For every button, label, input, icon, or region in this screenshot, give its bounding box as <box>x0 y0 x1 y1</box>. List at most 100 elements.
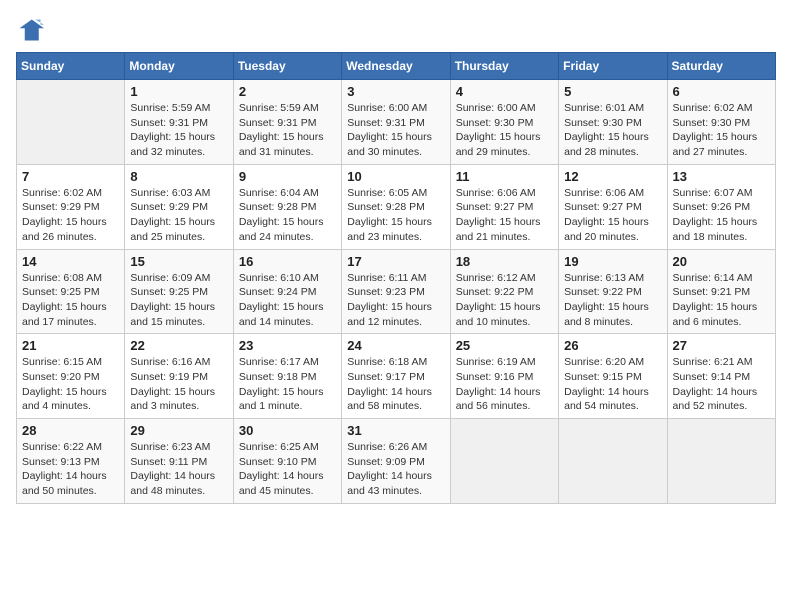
day-number: 8 <box>130 169 227 184</box>
day-info: Sunrise: 6:07 AM Sunset: 9:26 PM Dayligh… <box>673 186 770 245</box>
calendar-cell <box>559 419 667 504</box>
calendar-cell: 21Sunrise: 6:15 AM Sunset: 9:20 PM Dayli… <box>17 334 125 419</box>
day-info: Sunrise: 6:08 AM Sunset: 9:25 PM Dayligh… <box>22 271 119 330</box>
day-number: 3 <box>347 84 444 99</box>
calendar-cell: 5Sunrise: 6:01 AM Sunset: 9:30 PM Daylig… <box>559 80 667 165</box>
day-number: 2 <box>239 84 336 99</box>
calendar-cell: 24 Sunrise: 6:18 AM Sunset: 9:17 PM Dayli… <box>342 334 450 419</box>
calendar-cell: 6Sunrise: 6:02 AM Sunset: 9:30 PM Daylig… <box>667 80 775 165</box>
weekday-header-row: SundayMondayTuesdayWednesdayThursdayFrid… <box>17 53 776 80</box>
day-info: Sunrise: 6:21 AM Sunset: 9:14 PM Dayligh… <box>673 355 770 414</box>
day-info: Sunrise: 6:10 AM Sunset: 9:24 PM Dayligh… <box>239 271 336 330</box>
day-info: Sunrise: 6:01 AM Sunset: 9:30 PM Dayligh… <box>564 101 661 160</box>
day-info: Sunrise: 6:06 AM Sunset: 9:27 PM Dayligh… <box>456 186 553 245</box>
calendar-cell: 18 Sunrise: 6:12 AM Sunset: 9:22 PM Dayli… <box>450 249 558 334</box>
day-info: Sunrise: 6:16 AM Sunset: 9:19 PM Dayligh… <box>130 355 227 414</box>
calendar-cell: 31Sunrise: 6:26 AM Sunset: 9:09 PM Dayli… <box>342 419 450 504</box>
calendar-body: 1 Sunrise: 5:59 AM Sunset: 9:31 PM Daylig… <box>17 80 776 504</box>
calendar-cell <box>450 419 558 504</box>
day-number: 19 <box>564 254 661 269</box>
day-info: Sunrise: 6:23 AM Sunset: 9:11 PM Dayligh… <box>130 440 227 499</box>
calendar-week-row: 28Sunrise: 6:22 AM Sunset: 9:13 PM Dayli… <box>17 419 776 504</box>
calendar-cell: 28Sunrise: 6:22 AM Sunset: 9:13 PM Dayli… <box>17 419 125 504</box>
day-info: Sunrise: 6:00 AM Sunset: 9:30 PM Dayligh… <box>456 101 553 160</box>
day-info: Sunrise: 6:02 AM Sunset: 9:29 PM Dayligh… <box>22 186 119 245</box>
calendar-cell: 9 Sunrise: 6:04 AM Sunset: 9:28 PM Daylig… <box>233 164 341 249</box>
calendar-cell: 4Sunrise: 6:00 AM Sunset: 9:30 PM Daylig… <box>450 80 558 165</box>
calendar-cell: 14 Sunrise: 6:08 AM Sunset: 9:25 PM Dayli… <box>17 249 125 334</box>
calendar-cell: 20Sunrise: 6:14 AM Sunset: 9:21 PM Dayli… <box>667 249 775 334</box>
day-info: Sunrise: 6:17 AM Sunset: 9:18 PM Dayligh… <box>239 355 336 414</box>
day-number: 29 <box>130 423 227 438</box>
day-info: Sunrise: 5:59 AM Sunset: 9:31 PM Dayligh… <box>130 101 227 160</box>
calendar-cell: 29 Sunrise: 6:23 AM Sunset: 9:11 PM Dayli… <box>125 419 233 504</box>
day-number: 23 <box>239 338 336 353</box>
day-number: 27 <box>673 338 770 353</box>
day-number: 15 <box>130 254 227 269</box>
calendar-cell: 7Sunrise: 6:02 AM Sunset: 9:29 PM Daylig… <box>17 164 125 249</box>
day-number: 1 <box>130 84 227 99</box>
day-info: Sunrise: 5:59 AM Sunset: 9:31 PM Dayligh… <box>239 101 336 160</box>
day-number: 10 <box>347 169 444 184</box>
day-number: 14 <box>22 254 119 269</box>
day-number: 22 <box>130 338 227 353</box>
day-info: Sunrise: 6:05 AM Sunset: 9:28 PM Dayligh… <box>347 186 444 245</box>
day-info: Sunrise: 6:25 AM Sunset: 9:10 PM Dayligh… <box>239 440 336 499</box>
weekday-header-cell: Monday <box>125 53 233 80</box>
day-info: Sunrise: 6:11 AM Sunset: 9:23 PM Dayligh… <box>347 271 444 330</box>
day-number: 26 <box>564 338 661 353</box>
calendar-cell <box>17 80 125 165</box>
calendar-table: SundayMondayTuesdayWednesdayThursdayFrid… <box>16 52 776 504</box>
calendar-cell: 11Sunrise: 6:06 AM Sunset: 9:27 PM Dayli… <box>450 164 558 249</box>
logo-icon <box>16 16 44 44</box>
day-number: 6 <box>673 84 770 99</box>
day-number: 30 <box>239 423 336 438</box>
calendar-cell: 3 Sunrise: 6:00 AM Sunset: 9:31 PM Daylig… <box>342 80 450 165</box>
day-info: Sunrise: 6:22 AM Sunset: 9:13 PM Dayligh… <box>22 440 119 499</box>
calendar-week-row: 7Sunrise: 6:02 AM Sunset: 9:29 PM Daylig… <box>17 164 776 249</box>
day-info: Sunrise: 6:12 AM Sunset: 9:22 PM Dayligh… <box>456 271 553 330</box>
day-number: 18 <box>456 254 553 269</box>
logo <box>16 16 48 44</box>
calendar-cell: 30 Sunrise: 6:25 AM Sunset: 9:10 PM Dayli… <box>233 419 341 504</box>
day-info: Sunrise: 6:26 AM Sunset: 9:09 PM Dayligh… <box>347 440 444 499</box>
day-info: Sunrise: 6:19 AM Sunset: 9:16 PM Dayligh… <box>456 355 553 414</box>
day-info: Sunrise: 6:18 AM Sunset: 9:17 PM Dayligh… <box>347 355 444 414</box>
calendar-cell: 2 Sunrise: 5:59 AM Sunset: 9:31 PM Daylig… <box>233 80 341 165</box>
day-info: Sunrise: 6:09 AM Sunset: 9:25 PM Dayligh… <box>130 271 227 330</box>
calendar-cell: 22 Sunrise: 6:16 AM Sunset: 9:19 PM Dayli… <box>125 334 233 419</box>
day-number: 21 <box>22 338 119 353</box>
weekday-header-cell: Tuesday <box>233 53 341 80</box>
calendar-week-row: 21Sunrise: 6:15 AM Sunset: 9:20 PM Dayli… <box>17 334 776 419</box>
day-number: 24 <box>347 338 444 353</box>
day-info: Sunrise: 6:13 AM Sunset: 9:22 PM Dayligh… <box>564 271 661 330</box>
day-number: 16 <box>239 254 336 269</box>
weekday-header-cell: Saturday <box>667 53 775 80</box>
calendar-cell: 10 Sunrise: 6:05 AM Sunset: 9:28 PM Dayli… <box>342 164 450 249</box>
calendar-cell: 23 Sunrise: 6:17 AM Sunset: 9:18 PM Dayli… <box>233 334 341 419</box>
calendar-cell: 25 Sunrise: 6:19 AM Sunset: 9:16 PM Dayli… <box>450 334 558 419</box>
day-info: Sunrise: 6:14 AM Sunset: 9:21 PM Dayligh… <box>673 271 770 330</box>
calendar-cell: 1 Sunrise: 5:59 AM Sunset: 9:31 PM Daylig… <box>125 80 233 165</box>
day-number: 25 <box>456 338 553 353</box>
day-info: Sunrise: 6:20 AM Sunset: 9:15 PM Dayligh… <box>564 355 661 414</box>
day-info: Sunrise: 6:00 AM Sunset: 9:31 PM Dayligh… <box>347 101 444 160</box>
day-number: 17 <box>347 254 444 269</box>
calendar-cell: 12 Sunrise: 6:06 AM Sunset: 9:27 PM Dayli… <box>559 164 667 249</box>
weekday-header-cell: Wednesday <box>342 53 450 80</box>
day-info: Sunrise: 6:06 AM Sunset: 9:27 PM Dayligh… <box>564 186 661 245</box>
calendar-week-row: 1 Sunrise: 5:59 AM Sunset: 9:31 PM Daylig… <box>17 80 776 165</box>
calendar-cell: 13 Sunrise: 6:07 AM Sunset: 9:26 PM Dayli… <box>667 164 775 249</box>
weekday-header-cell: Sunday <box>17 53 125 80</box>
day-info: Sunrise: 6:03 AM Sunset: 9:29 PM Dayligh… <box>130 186 227 245</box>
day-number: 12 <box>564 169 661 184</box>
calendar-cell: 15 Sunrise: 6:09 AM Sunset: 9:25 PM Dayli… <box>125 249 233 334</box>
day-number: 13 <box>673 169 770 184</box>
calendar-cell: 16 Sunrise: 6:10 AM Sunset: 9:24 PM Dayli… <box>233 249 341 334</box>
calendar-cell <box>667 419 775 504</box>
calendar-cell: 26 Sunrise: 6:20 AM Sunset: 9:15 PM Dayli… <box>559 334 667 419</box>
calendar-cell: 19 Sunrise: 6:13 AM Sunset: 9:22 PM Dayli… <box>559 249 667 334</box>
day-info: Sunrise: 6:04 AM Sunset: 9:28 PM Dayligh… <box>239 186 336 245</box>
day-number: 9 <box>239 169 336 184</box>
calendar-cell: 27 Sunrise: 6:21 AM Sunset: 9:14 PM Dayli… <box>667 334 775 419</box>
